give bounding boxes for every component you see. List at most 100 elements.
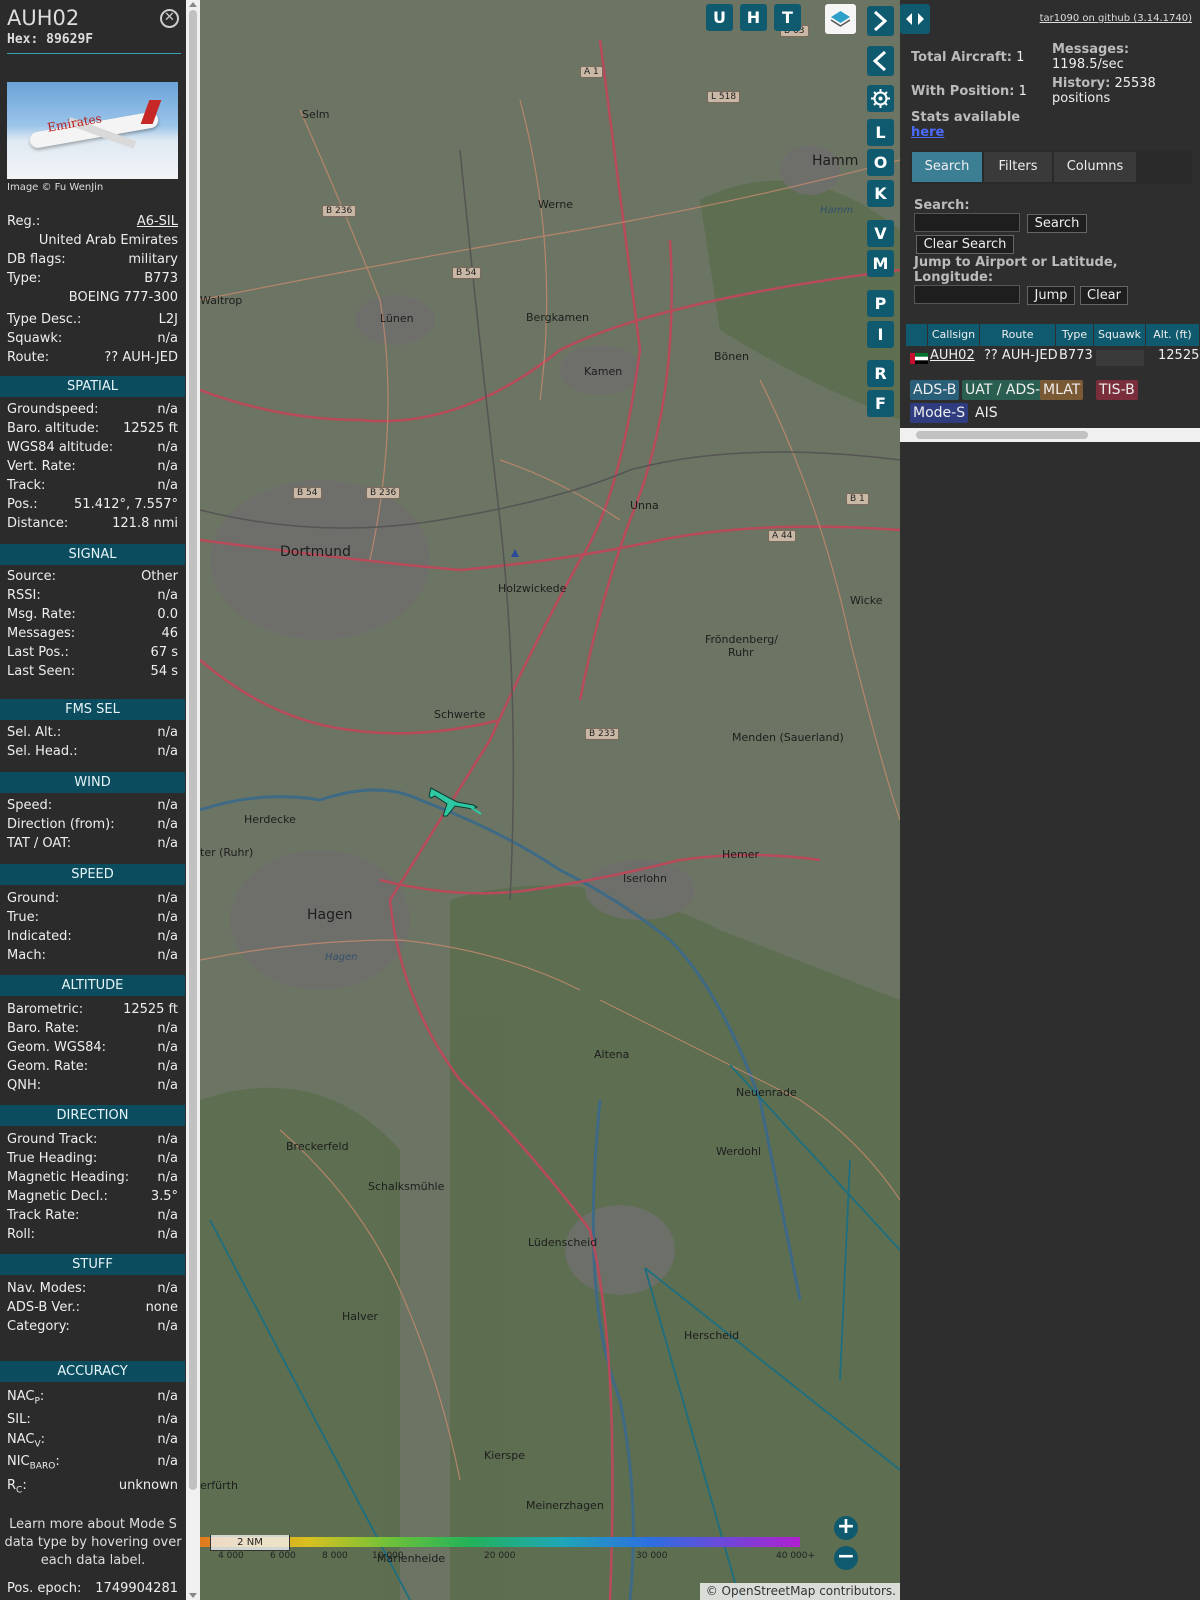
signal-label[interactable]: Msg. Rate:: [7, 607, 76, 622]
wind-label[interactable]: TAT / OAT:: [7, 836, 71, 851]
spatial-label[interactable]: WGS84 altitude:: [7, 440, 113, 455]
direction-label[interactable]: Track Rate:: [7, 1208, 79, 1223]
reg-link[interactable]: A6-SIL: [137, 214, 178, 229]
gear-icon: [871, 89, 890, 108]
signal-label[interactable]: Source:: [7, 569, 56, 584]
speed-label[interactable]: True:: [7, 910, 39, 925]
speed-label[interactable]: Indicated:: [7, 929, 72, 944]
direction-label[interactable]: Ground Track:: [7, 1132, 97, 1147]
altitude-label[interactable]: QNH:: [7, 1078, 41, 1093]
direction-label[interactable]: True Heading:: [7, 1151, 97, 1166]
fms-label[interactable]: Sel. Head.:: [7, 744, 78, 759]
map-button-t[interactable]: T: [774, 4, 801, 31]
signal-value: Other: [141, 569, 178, 584]
altitude-label[interactable]: Geom. WGS84:: [7, 1040, 106, 1055]
spatial-label[interactable]: Vert. Rate:: [7, 459, 76, 474]
scroll-up-icon[interactable]: [189, 2, 197, 7]
th-alt[interactable]: Alt. (ft): [1146, 324, 1200, 346]
aircraft-photo[interactable]: Emirates: [7, 82, 178, 179]
clear-search-button[interactable]: Clear Search: [916, 235, 1014, 254]
speed-label[interactable]: Ground:: [7, 891, 59, 906]
row-type: B773: [1059, 348, 1093, 363]
map-button-v[interactable]: V: [867, 220, 894, 247]
altitude-label[interactable]: Barometric:: [7, 1002, 83, 1017]
tab-search[interactable]: Search: [912, 152, 982, 182]
aircraft-table-header: Callsign Route Type Squawk Alt. (ft): [906, 324, 1200, 346]
th-callsign[interactable]: Callsign: [928, 324, 980, 346]
map-attribution[interactable]: © OpenStreetMap contributors.: [700, 1583, 900, 1600]
search-input[interactable]: [914, 213, 1020, 232]
direction-label[interactable]: Roll:: [7, 1227, 35, 1242]
map-button-k[interactable]: K: [867, 180, 894, 207]
stuff-label[interactable]: Nav. Modes:: [7, 1281, 86, 1296]
map-button-l[interactable]: L: [867, 119, 894, 146]
altitude-legend-label: 4 000: [218, 1551, 244, 1561]
altitude-row: Geom. WGS84: n/a: [7, 1040, 178, 1058]
zoom-out-button[interactable]: −: [834, 1546, 858, 1570]
th-route[interactable]: Route: [980, 324, 1056, 346]
spatial-label[interactable]: Track:: [7, 478, 45, 493]
speed-row: Ground: n/a: [7, 891, 178, 909]
wind-label[interactable]: Speed:: [7, 798, 52, 813]
jump-input[interactable]: [914, 285, 1020, 304]
route-label: Route:: [7, 350, 50, 365]
map-button-f[interactable]: F: [867, 390, 894, 417]
stuff-label[interactable]: ADS-B Ver.:: [7, 1300, 80, 1315]
info-panel-scrollbar[interactable]: [186, 0, 200, 1600]
direction-value: n/a: [157, 1208, 178, 1223]
collapse-panel-button[interactable]: [867, 46, 894, 76]
map-button-m[interactable]: M: [867, 250, 894, 277]
dbflags-value: military: [128, 252, 178, 267]
map-button-r[interactable]: R: [867, 360, 894, 387]
clear-button[interactable]: Clear: [1080, 286, 1128, 305]
row-callsign[interactable]: AUH02: [930, 348, 975, 363]
th-squawk[interactable]: Squawk: [1094, 324, 1146, 346]
signal-label[interactable]: RSSI:: [7, 588, 41, 603]
tab-filters[interactable]: Filters: [984, 152, 1052, 182]
altitude-value: 12525 ft: [123, 1002, 178, 1017]
map-button-p[interactable]: P: [867, 290, 894, 317]
table-row[interactable]: AUH02 ?? AUH-JED B773 12525: [906, 348, 1200, 368]
signal-label[interactable]: Messages:: [7, 626, 75, 641]
close-icon[interactable]: ✕: [160, 9, 179, 28]
signal-label[interactable]: Last Seen:: [7, 664, 75, 679]
scroll-down-icon[interactable]: [189, 1593, 197, 1598]
layers-button[interactable]: [825, 4, 856, 34]
search-button[interactable]: Search: [1027, 214, 1087, 233]
github-link[interactable]: tar1090 on github (3.14.1740): [1040, 13, 1192, 24]
speed-label[interactable]: Mach:: [7, 948, 46, 963]
stats-link[interactable]: here: [911, 125, 944, 140]
spatial-label[interactable]: Distance:: [7, 516, 68, 531]
tab-columns[interactable]: Columns: [1054, 152, 1136, 182]
settings-button[interactable]: [867, 85, 894, 112]
map-button-i[interactable]: I: [867, 321, 894, 348]
jump-button[interactable]: Jump: [1027, 286, 1075, 305]
altitude-label[interactable]: Geom. Rate:: [7, 1059, 88, 1074]
stuff-label[interactable]: Category:: [7, 1319, 70, 1334]
spatial-label[interactable]: Pos.:: [7, 497, 38, 512]
toggle-sidebar-button[interactable]: [900, 4, 930, 34]
road-badge: L 518: [707, 91, 741, 103]
wind-label[interactable]: Direction (from):: [7, 817, 115, 832]
spatial-label[interactable]: Groundspeed:: [7, 402, 98, 417]
hscroll-thumb[interactable]: [916, 431, 1088, 439]
fms-label[interactable]: Sel. Alt.:: [7, 725, 61, 740]
speed-row: Mach: n/a: [7, 948, 178, 966]
aircraft-marker-icon[interactable]: [425, 780, 485, 820]
expand-panel-button[interactable]: [867, 6, 894, 36]
direction-label[interactable]: Magnetic Heading:: [7, 1170, 129, 1185]
map-button-h[interactable]: H: [740, 4, 767, 31]
fms-row: Sel. Head.: n/a: [7, 744, 178, 762]
zoom-in-button[interactable]: +: [834, 1516, 858, 1540]
map-button-u[interactable]: U: [706, 4, 733, 31]
table-horizontal-scrollbar[interactable]: [900, 428, 1200, 442]
scrollbar-thumb[interactable]: [189, 10, 197, 1490]
spatial-label[interactable]: Baro. altitude:: [7, 421, 99, 436]
th-type[interactable]: Type: [1056, 324, 1094, 346]
direction-label[interactable]: Magnetic Decl.:: [7, 1189, 108, 1204]
altitude-label[interactable]: Baro. Rate:: [7, 1021, 79, 1036]
spatial-row: Pos.: 51.412°, 7.557°: [7, 497, 178, 515]
map-view[interactable]: Dortmund Hagen Hamm Unna Schwerte Holzwickede…: [200, 0, 900, 1600]
map-button-o[interactable]: O: [867, 149, 894, 176]
signal-label[interactable]: Last Pos.:: [7, 645, 69, 660]
